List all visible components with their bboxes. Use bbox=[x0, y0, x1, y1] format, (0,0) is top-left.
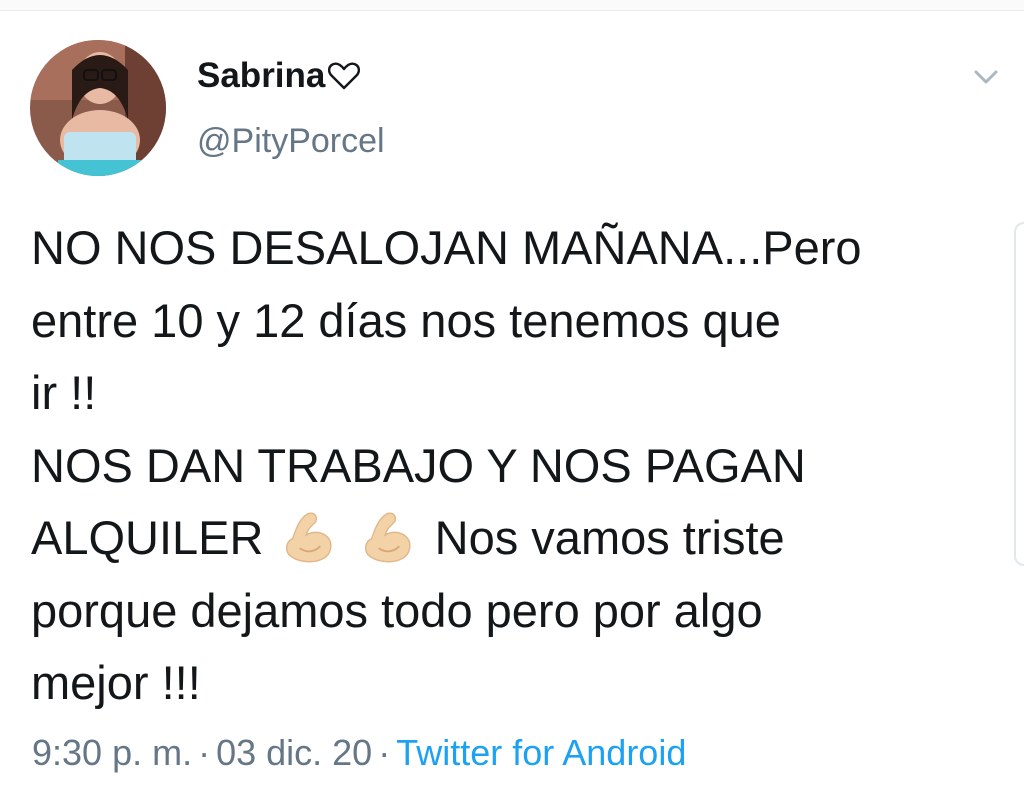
avatar[interactable] bbox=[30, 40, 166, 176]
scrollbar-edge[interactable] bbox=[1014, 222, 1024, 566]
user-handle[interactable]: @PityPorcel bbox=[197, 122, 385, 161]
display-name-text: Sabrina bbox=[197, 56, 326, 95]
tweet-line-with-emoji: ALQUILER Nos vamos triste bbox=[31, 502, 1006, 575]
tweet-line: ir !! bbox=[31, 366, 97, 419]
tweet-text: NO NOS DESALOJAN MAÑANA...Pero entre 10 … bbox=[31, 212, 1006, 720]
profile-photo-icon bbox=[30, 40, 166, 176]
tweet-line-text: Nos vamos triste bbox=[434, 511, 785, 564]
white-heart-icon bbox=[328, 62, 361, 90]
tweet-meta: 9:30 p. m. · 03 dic. 20 · Twitter for Androi… bbox=[32, 732, 686, 774]
flexed-biceps-icon bbox=[285, 512, 332, 563]
tweet-line: porque dejamos todo pero por algo bbox=[31, 583, 763, 637]
tweet-card: Sabrina @PityPorcel NO NOS DESALOJAN MAÑ… bbox=[0, 0, 1024, 811]
display-name[interactable]: Sabrina bbox=[197, 56, 361, 96]
chevron-down-icon[interactable] bbox=[966, 60, 1006, 92]
meta-separator: · bbox=[198, 732, 211, 773]
top-divider bbox=[0, 0, 1024, 11]
flexed-biceps-icon bbox=[364, 512, 411, 563]
tweet-line: NO NOS DESALOJAN MAÑANA...Pero bbox=[31, 221, 862, 274]
tweet-source-link[interactable]: Twitter for Android bbox=[396, 732, 686, 773]
tweet-date[interactable]: 03 dic. 20 bbox=[216, 732, 372, 773]
meta-separator: · bbox=[378, 732, 391, 773]
tweet-line-text: ALQUILER bbox=[31, 511, 264, 564]
tweet-line: entre 10 y 12 días nos tenemos que bbox=[31, 293, 781, 347]
tweet-line: mejor !!! bbox=[31, 656, 201, 709]
tweet-line: NOS DAN TRABAJO Y NOS PAGAN bbox=[31, 438, 806, 492]
tweet-time[interactable]: 9:30 p. m. bbox=[32, 732, 192, 773]
